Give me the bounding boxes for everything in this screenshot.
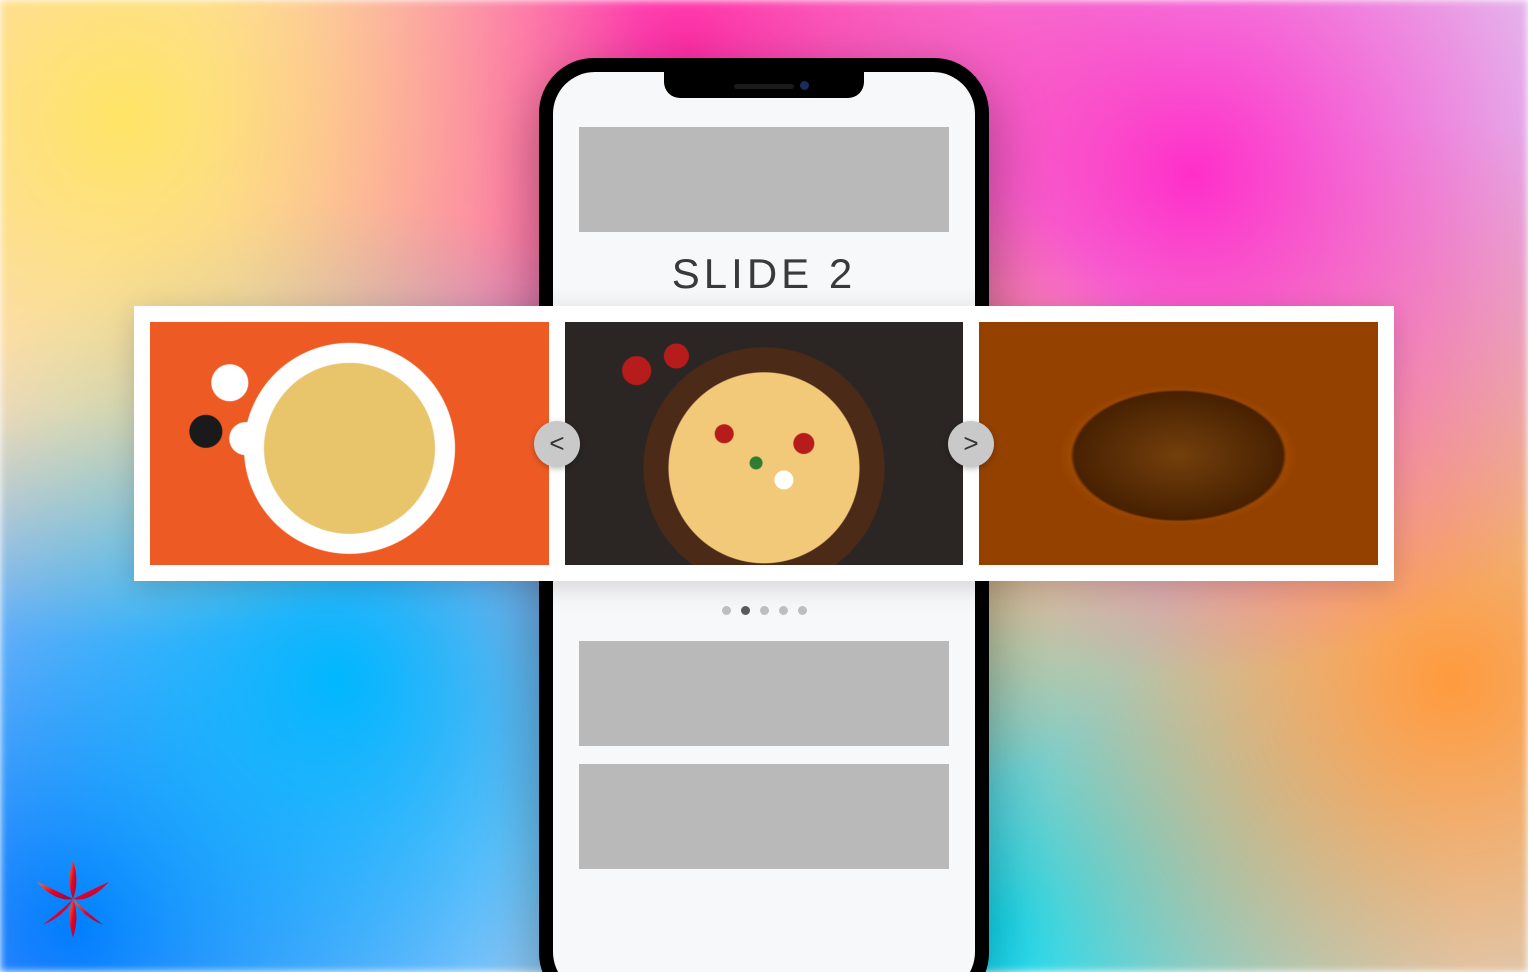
pizza-image-icon bbox=[150, 322, 549, 565]
pagination-dot-2[interactable] bbox=[741, 606, 750, 615]
placeholder-block-middle bbox=[579, 641, 949, 746]
chevron-left-icon: < bbox=[549, 428, 564, 459]
carousel-card-current[interactable] bbox=[565, 322, 964, 565]
placeholder-block-top bbox=[579, 127, 949, 232]
slide-title: SLIDE 2 bbox=[553, 250, 975, 298]
pagination-dots bbox=[553, 606, 975, 615]
phone-notch bbox=[664, 72, 864, 98]
carousel-prev-button[interactable]: < bbox=[534, 421, 580, 467]
carousel-card-prev[interactable] bbox=[150, 322, 549, 565]
carousel-card-next[interactable] bbox=[979, 322, 1378, 565]
placeholder-block-bottom bbox=[579, 764, 949, 869]
pagination-dot-4[interactable] bbox=[779, 606, 788, 615]
pagination-dot-5[interactable] bbox=[798, 606, 807, 615]
brand-asterisk-icon bbox=[30, 856, 116, 942]
pagination-dot-1[interactable] bbox=[722, 606, 731, 615]
chevron-right-icon: > bbox=[963, 428, 978, 459]
carousel-next-button[interactable]: > bbox=[948, 421, 994, 467]
pagination-dot-3[interactable] bbox=[760, 606, 769, 615]
pizza-image-icon bbox=[979, 322, 1378, 565]
carousel: < > bbox=[134, 306, 1394, 581]
pizza-image-icon bbox=[565, 322, 964, 565]
